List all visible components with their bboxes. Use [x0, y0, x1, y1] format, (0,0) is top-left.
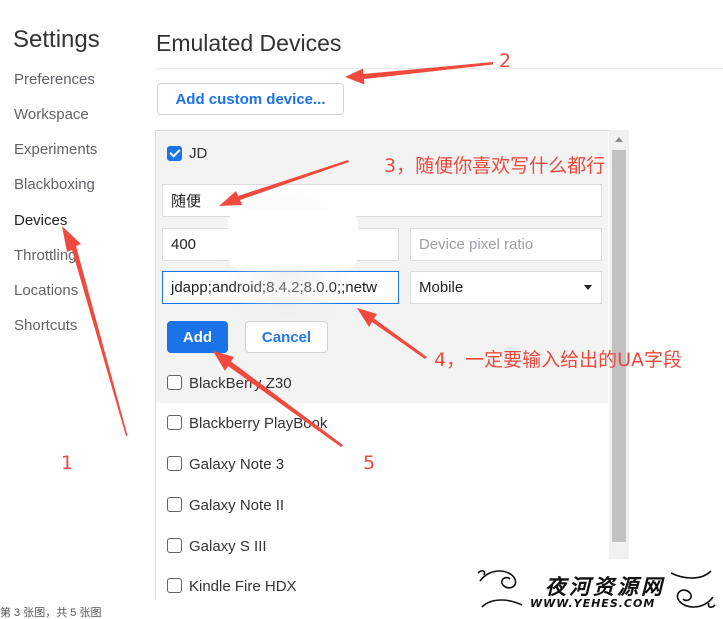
- device-pixel-ratio-field[interactable]: Device pixel ratio: [410, 228, 602, 261]
- list-item: Galaxy S III: [189, 538, 267, 555]
- device-label-jd: JD: [189, 145, 208, 162]
- chevron-down-icon: [584, 285, 592, 290]
- annotation-3: 3，随便你喜欢写什么都行: [384, 155, 606, 177]
- device-checkbox[interactable]: [167, 497, 182, 512]
- scroll-up-icon[interactable]: [615, 137, 623, 142]
- sidebar-item-locations[interactable]: Locations: [14, 282, 78, 299]
- device-checkbox[interactable]: [167, 415, 182, 430]
- device-checkbox[interactable]: [167, 578, 182, 593]
- add-custom-device-button[interactable]: Add custom device...: [157, 83, 344, 115]
- list-item: Galaxy Note II: [189, 497, 285, 514]
- sidebar-item-shortcuts[interactable]: Shortcuts: [14, 317, 77, 334]
- sidebar-item-workspace[interactable]: Workspace: [14, 106, 89, 123]
- device-type-select[interactable]: Mobile: [410, 271, 602, 304]
- device-checkbox-jd[interactable]: [167, 146, 182, 161]
- device-checkbox[interactable]: [167, 375, 182, 390]
- sidebar-title: Settings: [13, 26, 100, 53]
- sidebar-item-devices[interactable]: Devices: [14, 212, 67, 229]
- add-button[interactable]: Add: [167, 321, 228, 353]
- site-watermark-logo: 夜河资源网 WWW.YEHES.COM: [470, 559, 723, 619]
- title-divider: [156, 68, 723, 69]
- page-title: Emulated Devices: [156, 30, 342, 56]
- annotation-4: 4，一定要输入给出的UA字段: [434, 349, 682, 371]
- device-checkbox[interactable]: [167, 538, 182, 553]
- sidebar-item-blackboxing[interactable]: Blackboxing: [14, 176, 95, 193]
- list-item: Kindle Fire HDX: [189, 578, 297, 595]
- list-item: Blackberry PlayBook: [189, 415, 328, 432]
- watermark-url: WWW.YEHES.COM: [530, 597, 656, 610]
- annotation-2: 2: [499, 50, 512, 72]
- sidebar-item-throttling[interactable]: Throttling: [14, 247, 77, 264]
- image-counter-caption: 第 3 张图，共 5 张图: [0, 607, 102, 619]
- redaction-patch: [228, 210, 358, 270]
- device-checkbox[interactable]: [167, 456, 182, 471]
- list-item: Galaxy Note 3: [189, 456, 285, 473]
- annotation-5: 5: [363, 452, 376, 474]
- list-item: BlackBerry Z30: [189, 375, 292, 392]
- device-type-value: Mobile: [419, 279, 464, 296]
- arrow-2: [345, 62, 493, 85]
- sidebar-item-preferences[interactable]: Preferences: [14, 71, 95, 88]
- annotation-1: 1: [61, 452, 74, 474]
- sidebar-item-experiments[interactable]: Experiments: [14, 141, 97, 158]
